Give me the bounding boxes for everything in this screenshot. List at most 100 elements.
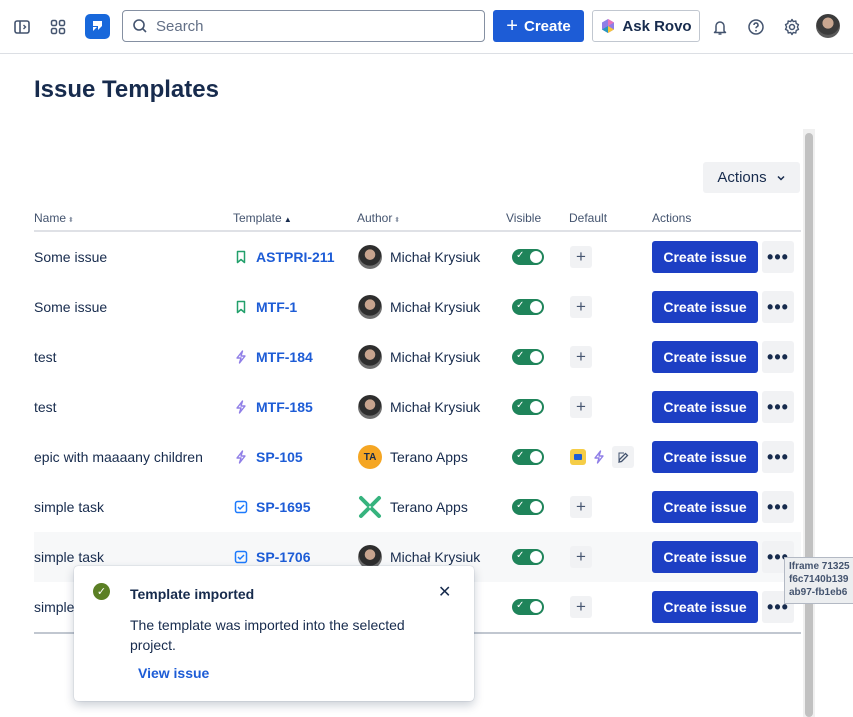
settings-gear-icon[interactable]	[778, 13, 806, 41]
default-badge-icon	[570, 449, 586, 465]
create-issue-button[interactable]: Create issue	[652, 591, 758, 623]
author-name: Michał Krysiuk	[390, 349, 481, 365]
actions-cell: Create issue •••	[652, 432, 794, 482]
visible-toggle[interactable]: ✓	[512, 432, 544, 482]
avatar	[358, 395, 382, 419]
set-default-plus-icon[interactable]: +	[570, 246, 592, 268]
create-issue-button[interactable]: Create issue	[652, 391, 758, 423]
search-input[interactable]	[156, 17, 456, 35]
template-key-link[interactable]: SP-105	[256, 449, 303, 465]
more-options-icon[interactable]: •••	[762, 341, 794, 373]
author-cell: TA Terano Apps	[358, 432, 468, 482]
toggle-switch[interactable]: ✓	[512, 349, 544, 365]
set-default-plus-icon[interactable]: +	[570, 596, 592, 618]
create-issue-button[interactable]: Create issue	[652, 541, 758, 573]
actions-cell: Create issue •••	[652, 482, 794, 532]
set-default-plus-icon[interactable]: +	[570, 346, 592, 368]
default-cell: +	[570, 582, 592, 632]
view-issue-link[interactable]: View issue	[138, 665, 209, 681]
lightning-icon	[234, 450, 248, 464]
visible-toggle[interactable]: ✓	[512, 582, 544, 632]
visible-toggle[interactable]: ✓	[512, 532, 544, 582]
page-title: Issue Templates	[34, 76, 219, 103]
template-name: test	[34, 399, 57, 415]
column-header-template[interactable]: Template ▲	[233, 211, 292, 225]
create-issue-button[interactable]: Create issue	[652, 291, 758, 323]
template-cell: SP-105	[234, 432, 303, 482]
default-cell: +	[570, 232, 592, 282]
toggle-switch[interactable]: ✓	[512, 599, 544, 615]
sort-icon: ⬍	[66, 217, 74, 224]
jira-logo-icon[interactable]	[85, 14, 110, 39]
terano-logo-icon	[358, 495, 382, 519]
template-cell: MTF-185	[234, 382, 313, 432]
template-key-link[interactable]: MTF-1	[256, 299, 297, 315]
visible-toggle[interactable]: ✓	[512, 382, 544, 432]
visible-toggle[interactable]: ✓	[512, 232, 544, 282]
create-issue-button[interactable]: Create issue	[652, 241, 758, 273]
toggle-switch[interactable]: ✓	[512, 549, 544, 565]
visible-toggle[interactable]: ✓	[512, 332, 544, 382]
more-options-icon[interactable]: •••	[762, 491, 794, 523]
scrollbar-thumb[interactable]	[805, 133, 813, 717]
visible-toggle[interactable]: ✓	[512, 482, 544, 532]
create-issue-button[interactable]: Create issue	[652, 441, 758, 473]
search-field[interactable]	[122, 10, 485, 42]
author-name: Terano Apps	[390, 499, 468, 515]
more-options-icon[interactable]: •••	[762, 441, 794, 473]
app-switcher-icon[interactable]	[44, 13, 72, 41]
column-header-template-label: Template	[233, 211, 282, 225]
set-default-plus-icon[interactable]: +	[570, 396, 592, 418]
template-name: test	[34, 349, 57, 365]
toggle-switch[interactable]: ✓	[512, 449, 544, 465]
ask-rovo-button[interactable]: Ask Rovo	[592, 10, 700, 42]
toggle-switch[interactable]: ✓	[512, 499, 544, 515]
template-key-link[interactable]: MTF-185	[256, 399, 313, 415]
default-cell: +	[570, 532, 592, 582]
check-icon: ✓	[516, 400, 525, 411]
edit-icon[interactable]	[612, 446, 634, 468]
column-header-author[interactable]: Author ⬍	[357, 211, 400, 225]
set-default-plus-icon[interactable]: +	[570, 496, 592, 518]
template-key-link[interactable]: MTF-184	[256, 349, 313, 365]
actions-dropdown[interactable]: Actions	[703, 162, 800, 193]
default-cell: +	[570, 282, 592, 332]
notifications-bell-icon[interactable]	[706, 13, 734, 41]
user-avatar[interactable]	[816, 14, 840, 38]
create-issue-button[interactable]: Create issue	[652, 341, 758, 373]
default-cell: +	[570, 332, 592, 382]
template-key-link[interactable]: SP-1695	[256, 499, 310, 515]
sort-ascending-icon: ▲	[281, 215, 292, 224]
author-cell: Michał Krysiuk	[358, 382, 480, 432]
author-name: Michał Krysiuk	[390, 249, 481, 265]
help-icon[interactable]	[742, 13, 770, 41]
sidebar-toggle-icon[interactable]	[8, 13, 36, 41]
avatar	[358, 295, 382, 319]
set-default-plus-icon[interactable]: +	[570, 296, 592, 318]
avatar	[358, 245, 382, 269]
column-header-default: Default	[569, 211, 608, 225]
rovo-icon	[602, 19, 615, 33]
create-button[interactable]: + Create	[493, 10, 584, 42]
checkbox-icon	[234, 500, 248, 514]
more-options-icon[interactable]: •••	[762, 241, 794, 273]
check-icon: ✓	[516, 600, 525, 611]
toggle-switch[interactable]: ✓	[512, 399, 544, 415]
set-default-plus-icon[interactable]: +	[570, 546, 592, 568]
column-header-name[interactable]: Name ⬍	[34, 211, 74, 225]
create-issue-button[interactable]: Create issue	[652, 491, 758, 523]
more-options-icon[interactable]: •••	[762, 291, 794, 323]
iframe-tooltip: Iframe 71325 f6c7140b139 ab97-fb1eb6	[784, 557, 853, 604]
default-cell	[570, 432, 634, 482]
visible-toggle[interactable]: ✓	[512, 282, 544, 332]
template-cell: ASTPRI-211	[234, 232, 335, 282]
toggle-switch[interactable]: ✓	[512, 299, 544, 315]
template-key-link[interactable]: SP-1706	[256, 549, 310, 565]
close-icon[interactable]: ✕	[438, 582, 451, 602]
table-row: test MTF-184 Michał Krysiuk ✓ + Create issue •…	[34, 332, 801, 382]
more-options-icon[interactable]: •••	[762, 391, 794, 423]
author-cell: Michał Krysiuk	[358, 282, 480, 332]
lightning-icon	[234, 400, 248, 414]
template-key-link[interactable]: ASTPRI-211	[256, 249, 335, 265]
toggle-switch[interactable]: ✓	[512, 249, 544, 265]
